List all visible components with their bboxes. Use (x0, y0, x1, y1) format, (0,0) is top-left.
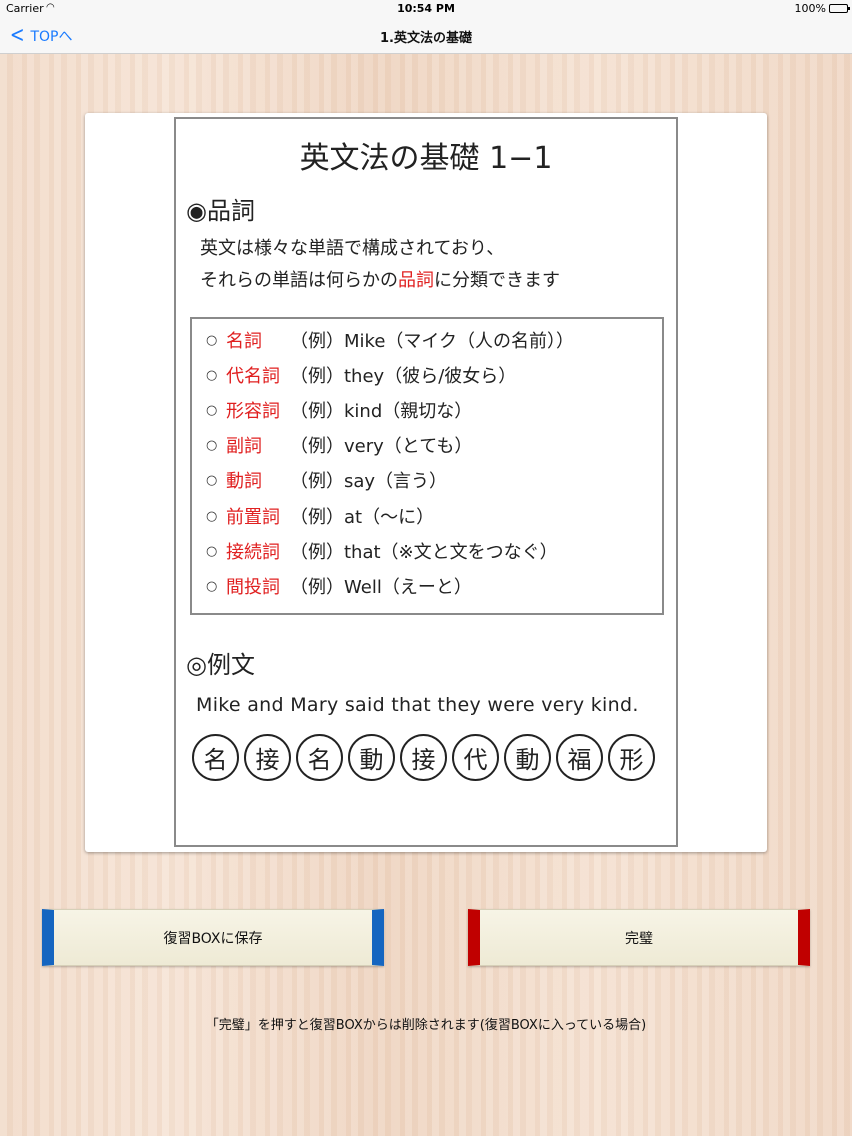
circle-bullet-icon: ○ (206, 543, 218, 559)
circle-bullet-icon: ○ (206, 332, 218, 348)
pos-term: 代名詞 (226, 366, 280, 387)
circle-bullet-icon: ○ (206, 508, 218, 524)
word-label-circle: 名 (192, 734, 239, 781)
intro-line-1: 英文は様々な単語で構成されており、 (200, 238, 505, 259)
list-item: ○ 代名詞 （例）they（彼ら/彼女ら） (206, 360, 516, 390)
word-label-circle: 名 (296, 734, 343, 781)
intro-text: 英文は様々な単語で構成されており、 それらの単語は何らかの品詞に分類できます (200, 233, 560, 297)
page-title: 1.英文法の基礎 (380, 31, 472, 46)
pos-term: 副詞 (226, 436, 262, 457)
circle-bullet-icon: ○ (206, 472, 218, 488)
list-item: ○ 名詞 （例）Mike（マイク（人の名前）） (206, 325, 574, 355)
intro-line-2-post: に分類できます (434, 270, 560, 291)
example-sentence: Mike and Mary said that they were very k… (196, 694, 639, 716)
circle-bullet-icon: ○ (206, 367, 218, 383)
navigation-bar: < TOPへ 1.英文法の基礎 (0, 18, 852, 54)
section-title-example: ◎例文 (186, 651, 255, 679)
pos-example: （例）very（とても） (290, 436, 473, 457)
word-label-circle: 接 (244, 734, 291, 781)
list-item: ○ 前置詞 （例）at（〜に） (206, 501, 434, 531)
list-item: ○ 動詞 （例）say（言う） (206, 465, 447, 495)
word-label-circle: 形 (608, 734, 655, 781)
intro-line-2-pre: それらの単語は何らかの (200, 270, 398, 291)
pos-example: （例）say（言う） (290, 471, 448, 492)
pos-example: （例）that（※文と文をつなぐ） (290, 542, 558, 563)
pos-term: 間投詞 (226, 577, 280, 598)
intro-line-2: それらの単語は何らかの品詞に分類できます (200, 265, 560, 297)
word-label-circle: 代 (452, 734, 499, 781)
list-item: ○ 接続詞 （例）that（※文と文をつなぐ） (206, 536, 558, 566)
pos-example: （例）they（彼ら/彼女ら） (290, 366, 517, 387)
circle-bullet-icon: ○ (206, 437, 218, 453)
pos-term: 形容詞 (226, 401, 280, 422)
save-to-review-box-button[interactable]: 復習BOXに保存 (42, 909, 384, 966)
list-item: ○ 副詞 （例）very（とても） (206, 430, 472, 460)
section-title-parts-of-speech: ◉品詞 (186, 197, 255, 225)
help-note: 「完璧」を押すと復習BOXからは削除されます(復習BOXに入っている場合) (205, 1018, 647, 1033)
parts-of-speech-box: ○ 名詞 （例）Mike（マイク（人の名前）） ○ 代名詞 （例）they（彼ら/彼女ら… (190, 317, 664, 615)
lesson-card: 英文法の基礎 1−1 ◉品詞 英文は様々な単語で構成されており、 それらの単語は… (85, 113, 767, 852)
lesson-frame: 英文法の基礎 1−1 ◉品詞 英文は様々な単語で構成されており、 それらの単語は… (174, 117, 678, 847)
pos-example: （例）Well（えーと） (290, 577, 472, 598)
clock: 10:54 PM (397, 2, 455, 15)
battery-percent: 100% (794, 2, 826, 15)
intro-highlight: 品詞 (398, 270, 434, 291)
word-label-circle: 接 (400, 734, 447, 781)
circle-bullet-icon: ○ (206, 578, 218, 594)
list-item: ○ 間投詞 （例）Well（えーと） (206, 571, 472, 601)
perfect-button[interactable]: 完璧 (468, 909, 810, 966)
pos-term: 名詞 (226, 331, 262, 352)
list-item: ○ 形容詞 （例）kind（親切な） (206, 395, 472, 425)
pos-term: 動詞 (226, 471, 262, 492)
status-bar: Carrier ◠ 10:54 PM 100% (0, 0, 852, 18)
word-label-circle: 福 (556, 734, 603, 781)
circle-bullet-icon: ○ (206, 402, 218, 418)
pos-term: 前置詞 (226, 507, 280, 528)
word-label-row: 名 接 名 動 接 代 動 福 形 (192, 734, 655, 781)
word-label-circle: 動 (504, 734, 551, 781)
pos-example: （例）Mike（マイク（人の名前）） (290, 331, 575, 352)
pos-example: （例）kind（親切な） (290, 401, 473, 422)
lesson-heading: 英文法の基礎 1−1 (299, 141, 553, 176)
pos-term: 接続詞 (226, 542, 280, 563)
word-label-circle: 動 (348, 734, 395, 781)
battery-icon (829, 4, 850, 13)
pos-example: （例）at（〜に） (290, 507, 435, 528)
